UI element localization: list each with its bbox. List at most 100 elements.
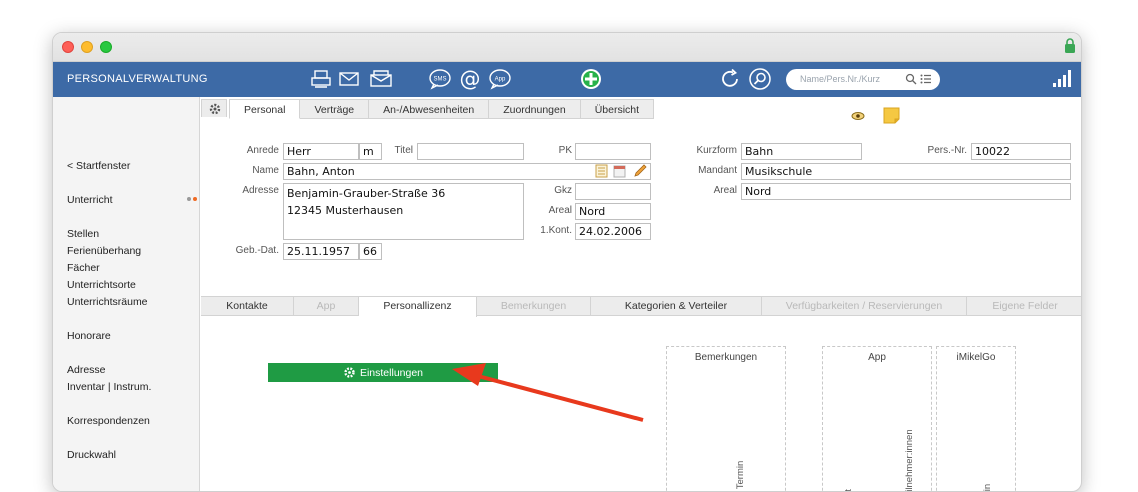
vertical-label-teilnehmer: eilnehmer:innen [904,429,915,492]
column-header-app: App [868,352,886,363]
sidebar-item-faecher[interactable]: Fächer [67,262,100,274]
adresse-field[interactable]: Benjamin-Grauber-Straße 36 12345 Musterh… [283,183,524,240]
settings-tab[interactable] [201,99,227,117]
einstellungen-button[interactable]: Einstellungen [268,363,498,382]
sms-icon-label: SMS [433,77,446,83]
refresh-icon[interactable] [719,68,741,90]
mandant-label: Mandant [698,165,737,176]
tab-abwesenheiten[interactable]: An-/Abwesenheiten [369,99,490,119]
gear-icon [344,367,355,378]
main-content: Personal Verträge An-/Abwesenheiten Zuor… [201,97,1081,492]
kurzform-field[interactable]: Bahn [741,143,862,160]
app-icon-label: App [495,77,506,83]
column-imikelgo: iMikelGo [936,346,1016,491]
areal2-field[interactable]: Nord [741,183,1071,200]
note-icon[interactable] [883,107,900,124]
window-titlebar [53,33,1081,62]
persnr-field[interactable]: 10022 [971,143,1071,160]
subtab-eigene-felder: Eigene Felder [992,300,1058,312]
search-input[interactable]: Name/Pers.Nr./Kurz [786,69,940,90]
column-app: App [822,346,932,491]
mandant-field[interactable]: Musikschule [741,163,1071,180]
anrede-label: Anrede [246,145,279,156]
einstellungen-label: Einstellungen [359,366,424,379]
sidebar-status-dots [187,197,197,201]
search-placeholder: Name/Pers.Nr./Kurz [800,74,881,84]
close-window-button[interactable] [62,41,74,53]
zoom-window-button[interactable] [100,41,112,53]
sidebar-item-honorare[interactable]: Honorare [67,330,111,342]
sidebar-item-korrespondenzen[interactable]: Korrespondenzen [67,415,150,427]
kont-field[interactable]: 24.02.2006 [575,223,651,240]
sidebar-item-ferienueberhang[interactable]: Ferienüberhang [67,245,141,257]
signal-bars-icon [1053,70,1071,87]
adresse-line-1: Benjamin-Grauber-Straße 36 [287,187,446,200]
titel-field[interactable] [417,143,524,160]
sidebar-item-unterrichtsraeume[interactable]: Unterrichtsräume [67,296,148,308]
name-label: Name [252,165,279,176]
sidebar-item-stellen[interactable]: Stellen [67,228,99,240]
sidebar-item-unterrichtsorte[interactable]: Unterrichtsorte [67,279,136,291]
list-icon[interactable] [920,73,932,85]
pencil-icon[interactable] [633,163,647,178]
add-icon[interactable] [580,68,602,90]
geb-field[interactable]: 25.11.1957 [283,243,359,260]
subtab-bemerkungen: Bemerkungen [477,297,591,315]
app-title: PERSONALVERWALTUNG [67,73,208,85]
pk-label: PK [558,145,572,156]
areal2-label: Areal [713,185,737,196]
column-header-imikelgo: iMikelGo [956,352,996,363]
titel-label: Titel [394,145,413,156]
adresse-line-2: 12345 Musterhausen [287,204,404,217]
gear-icon [209,103,221,115]
subtab-kontakte[interactable]: Kontakte [201,297,294,315]
minimize-window-button[interactable] [81,41,93,53]
geschlecht-field[interactable]: m [359,143,382,160]
sms-icon[interactable]: SMS [428,68,452,90]
alter-field[interactable]: 66 [359,243,382,260]
subtab-app: App [294,297,359,315]
at-icon[interactable]: @ [458,68,482,90]
tab-zuordnungen[interactable]: Zuordnungen [489,99,581,119]
gkz-label: Gkz [554,185,572,196]
sidebar: < Startfenster Unterricht Stellen Ferien… [53,97,200,491]
vertical-label-termin: n Termin [735,460,746,492]
search-circle-icon[interactable] [749,68,771,90]
sidebar-item-adresse[interactable]: Adresse [67,364,106,376]
geb-label: Geb.-Dat. [235,245,279,256]
mail-icon[interactable] [338,68,360,90]
anrede-field[interactable]: Herr [283,143,359,160]
column-header-bemerkungen: Bemerkungen [694,352,758,363]
lock-icon [1065,38,1075,53]
record-tabs: Personal Verträge An-/Abwesenheiten Zuor… [229,99,655,119]
tab-personal[interactable]: Personal [229,99,301,119]
persnr-label: Pers.-Nr. [927,145,967,156]
adresse-label: Adresse [242,185,279,196]
sidebar-item-unterricht[interactable]: Unterricht [67,194,113,206]
subtab-verfuegbarkeiten: Verfügbarkeiten / Reservierungen [762,297,967,315]
pk-field[interactable] [575,143,651,160]
kurzform-label: Kurzform [696,145,737,156]
app-window: PERSONALVERWALTUNG SMS @ App Name/Pers.N… [52,32,1082,492]
app-icon[interactable]: App [488,68,512,90]
subtab-kategorien[interactable]: Kategorien & Verteiler [591,297,762,315]
printer-icon[interactable] [310,68,332,90]
sidebar-item-druckwahl[interactable]: Druckwahl [67,449,116,461]
mail-open-icon[interactable] [369,68,393,90]
magnifier-icon[interactable] [905,73,917,85]
tab-uebersicht[interactable]: Übersicht [580,99,655,119]
vertical-label-in: r:in [982,483,993,492]
gkz-field[interactable] [575,183,651,200]
areal-field[interactable]: Nord [575,203,651,220]
main-toolbar: PERSONALVERWALTUNG SMS @ App Name/Pers.N… [53,62,1081,97]
kont-label: 1.Kont. [540,225,572,236]
sidebar-back-link[interactable]: < Startfenster [67,160,130,172]
eye-icon[interactable] [851,109,865,123]
calendar-icon[interactable] [613,164,626,178]
detail-tabs: Kontakte App Personallizenz Bemerkungen … [201,296,1081,317]
subtab-personallizenz[interactable]: Personallizenz [359,297,477,317]
svg-text:@: @ [460,68,481,90]
tab-vertraege[interactable]: Verträge [300,99,370,119]
list-doc-icon[interactable] [595,164,608,178]
sidebar-item-inventar[interactable]: Inventar | Instrum. [67,381,151,393]
